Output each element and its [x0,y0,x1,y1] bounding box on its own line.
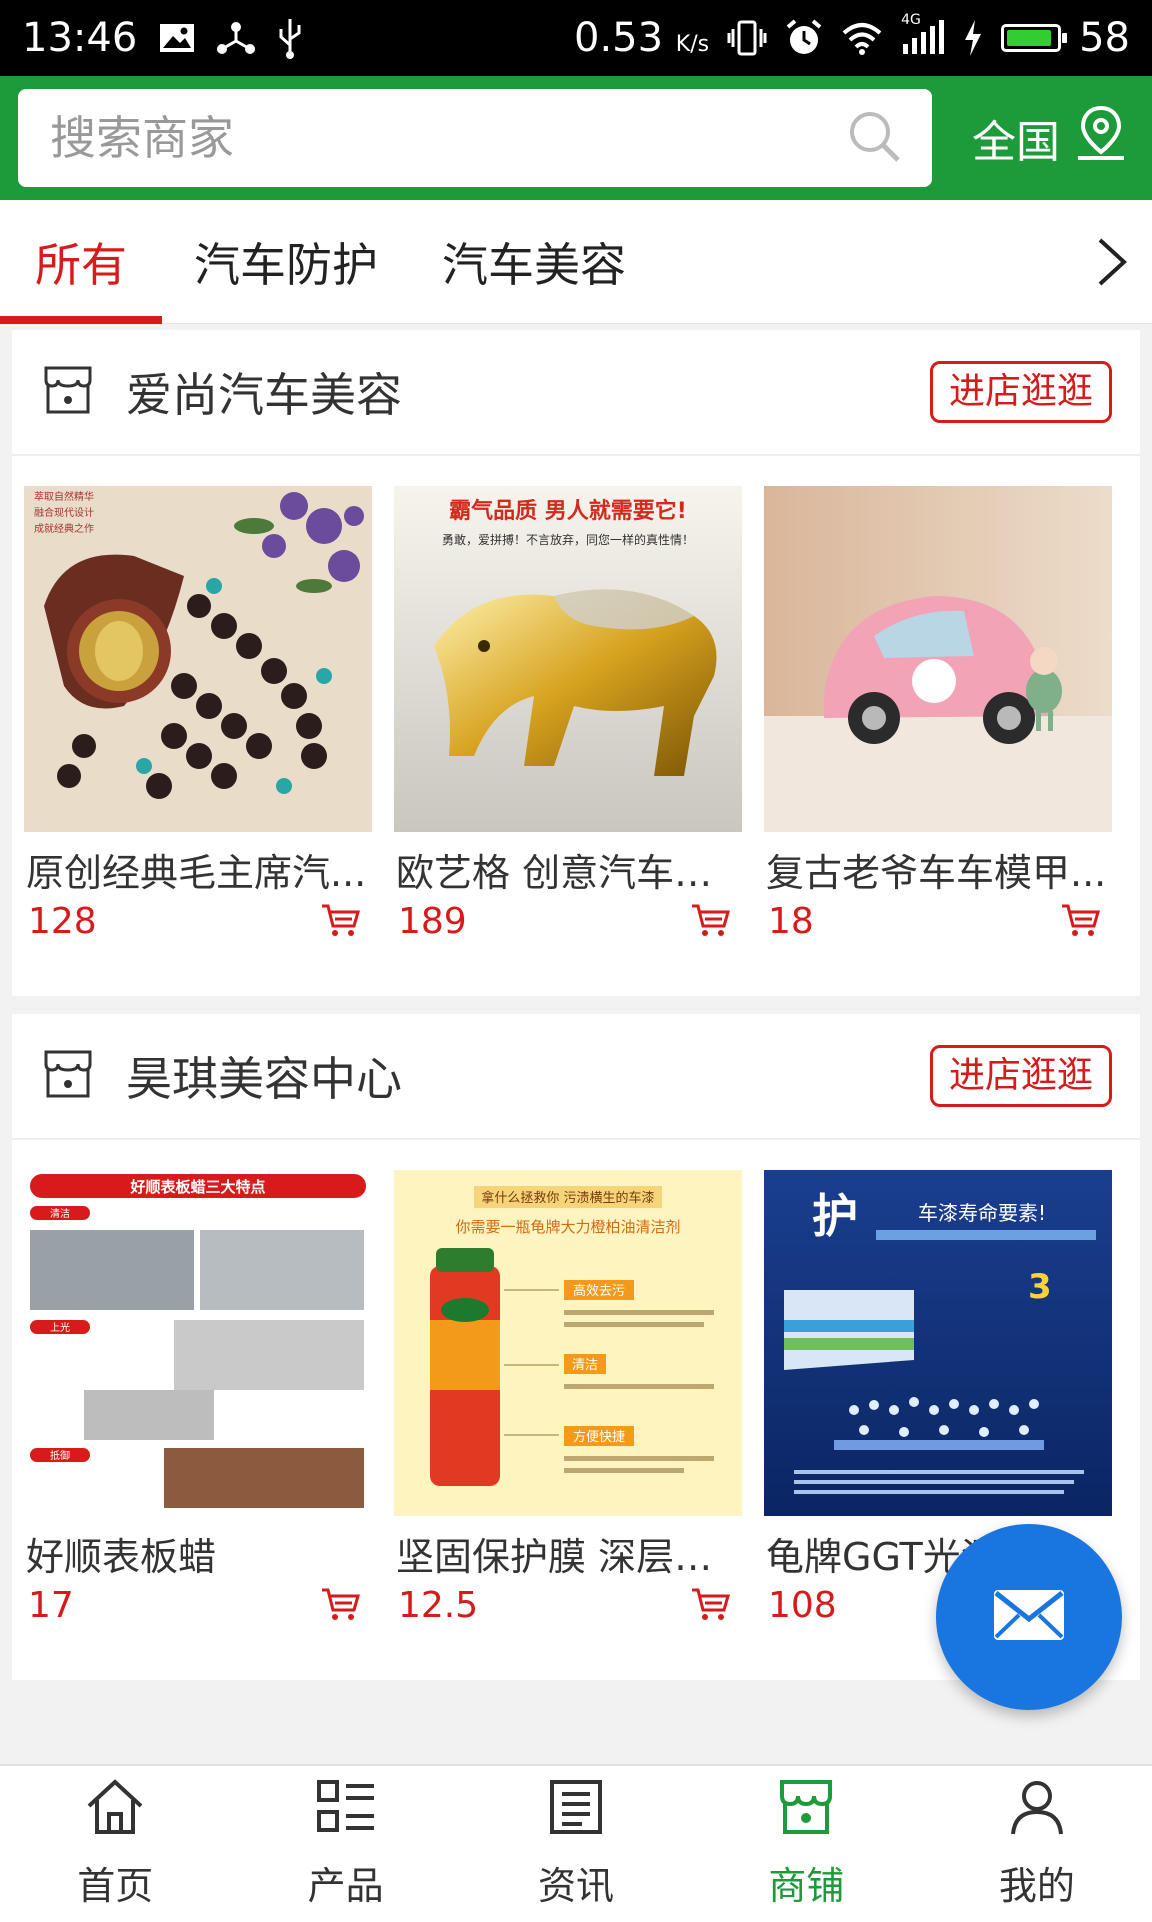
wifi-icon [841,21,883,55]
product-price: 189 [398,901,467,942]
product-name: 好顺表板蜡 [26,1535,217,1579]
user-icon [1009,1778,1065,1845]
nav-me[interactable]: 我的 [922,1766,1152,1922]
svg-text:护: 护 [812,1189,858,1243]
location-pin-icon [1074,104,1128,173]
shop-card: 爱尚汽车美容 进店逛逛 萃取自然精华 融合现代设计 成就经典之作 原创经典毛主席… [12,330,1140,996]
shop-name: 爱尚汽车美容 [126,368,402,422]
image-icon [159,22,195,54]
product-name: 欧艺格 创意汽车摆... [396,851,742,895]
search-icon[interactable] [846,108,902,168]
vibrate-icon [727,19,767,57]
list-icon [316,1778,376,1845]
cart-icon[interactable] [690,902,730,942]
shop-name: 昊琪美容中心 [126,1052,402,1106]
nav-shops-label: 商铺 [768,1864,845,1908]
store-icon [40,1046,96,1106]
svg-text:高效去污: 高效去污 [573,1283,625,1299]
product-image[interactable]: 好顺表板蜡三大特点 清洁 上光 抵御 [24,1170,372,1516]
tab-car-beauty[interactable]: 汽车美容 [410,200,658,324]
svg-text:车漆寿命要素!: 车漆寿命要素! [918,1201,1046,1225]
nav-shops[interactable]: 商铺 [691,1766,921,1922]
nav-news-label: 资讯 [538,1864,615,1908]
product-image[interactable]: 拿什么拯救你 污渍横生的车漆 你需要一瓶龟牌大力橙柏油清洁剂 高效去污 清洁 方… [394,1170,742,1516]
svg-text:上光: 上光 [50,1321,70,1334]
svg-text:萃取自然精华: 萃取自然精华 [34,490,94,503]
product-card[interactable]: 复古老爷车车模甲... 18 [764,486,1112,942]
svg-text:融合现代设计: 融合现代设计 [34,506,94,519]
svg-text:清洁: 清洁 [572,1358,598,1373]
nav-home[interactable]: 首页 [0,1766,230,1922]
nav-news[interactable]: 资讯 [461,1766,691,1922]
nav-products-label: 产品 [307,1864,384,1908]
svg-text:3: 3 [1028,1267,1052,1307]
product-price: 128 [28,901,97,942]
product-name: 原创经典毛主席汽... [26,851,367,895]
mail-icon [991,1587,1067,1647]
home-icon [85,1778,145,1845]
svg-text:拿什么拯救你 污渍横生的车漆: 拿什么拯救你 污渍横生的车漆 [481,1190,654,1206]
region-label: 全国 [972,117,1060,168]
header: 全国 [0,76,1152,200]
product-price: 12.5 [398,1585,479,1626]
svg-text:清洁: 清洁 [50,1207,70,1220]
category-tabs: 所有 汽车防护 汽车美容 [0,200,1152,324]
product-image[interactable]: 护 车漆寿命要素! 3 [764,1170,1112,1516]
product-image[interactable]: 萃取自然精华 融合现代设计 成就经典之作 [24,486,372,832]
product-price: 18 [768,901,814,942]
tabs-more-chevron-icon[interactable] [1072,200,1152,324]
battery-icon [1001,24,1068,52]
product-card[interactable]: 好顺表板蜡三大特点 清洁 上光 抵御 好顺表板蜡 17 [24,1170,372,1626]
status-bar: 13:46 0.53 K/s 4G 58 [0,0,1152,76]
product-name: 复古老爷车车模甲... [766,851,1107,895]
bottom-nav: 首页 产品 资讯 商铺 我的 [0,1764,1152,1922]
usb-icon [277,17,303,59]
battery-level: 58 [1079,15,1130,61]
enter-shop-button[interactable]: 进店逛逛 [929,1045,1112,1107]
svg-text:抵御: 抵御 [50,1449,70,1462]
search-box[interactable] [18,89,932,187]
nav-me-label: 我的 [998,1864,1075,1908]
cart-icon[interactable] [320,1586,360,1626]
news-icon [548,1778,604,1845]
cart-icon[interactable] [320,902,360,942]
product-card[interactable]: 霸气品质 男人就需要它! 勇敢，爱拼搏！不言放弃，同您一样的真性情！ 欧艺格 创… [394,486,742,942]
product-image[interactable] [764,486,1112,832]
image-headline: 好顺表板蜡三大特点 [129,1178,265,1196]
alarm-icon [785,19,823,57]
store-icon [40,362,96,422]
product-price: 17 [28,1585,74,1626]
svg-text:成就经典之作: 成就经典之作 [34,522,94,535]
product-list: 萃取自然精华 融合现代设计 成就经典之作 原创经典毛主席汽... 128 霸气品… [12,456,1140,942]
svg-text:你需要一瓶龟牌大力橙柏油清洁剂: 你需要一瓶龟牌大力橙柏油清洁剂 [455,1218,680,1236]
product-card[interactable]: 萃取自然精华 融合现代设计 成就经典之作 原创经典毛主席汽... 128 [24,486,372,942]
store-icon [776,1778,836,1845]
tab-all[interactable]: 所有 [0,200,162,324]
nav-home-label: 首页 [77,1864,154,1908]
tab-car-protection[interactable]: 汽车防护 [162,200,410,324]
shop-header: 爱尚汽车美容 进店逛逛 [12,330,1140,456]
signal-icon: 4G [901,12,945,56]
cart-icon[interactable] [690,1586,730,1626]
nav-products[interactable]: 产品 [230,1766,460,1922]
enter-shop-button[interactable]: 进店逛逛 [929,361,1112,423]
region-selector[interactable]: 全国 [972,104,1134,173]
cart-icon[interactable] [1060,902,1100,942]
product-image[interactable]: 霸气品质 男人就需要它! 勇敢，爱拼搏！不言放弃，同您一样的真性情！ [394,486,742,832]
product-price: 108 [768,1585,837,1626]
image-headline: 霸气品质 男人就需要它! [449,498,687,524]
message-fab[interactable] [936,1524,1122,1710]
usb-share-icon [217,21,256,55]
svg-text:方便快捷: 方便快捷 [573,1429,625,1445]
image-subtext: 勇敢，爱拼搏！不言放弃，同您一样的真性情！ [442,532,694,547]
shop-header: 昊琪美容中心 进店逛逛 [12,1014,1140,1140]
network-speed: 0.53 K/s [574,15,710,61]
status-time: 13:46 [22,15,138,61]
charging-icon [963,20,983,56]
product-name: 坚固保护膜 深层锁... [396,1535,742,1579]
search-input[interactable] [48,110,846,166]
product-card[interactable]: 拿什么拯救你 污渍横生的车漆 你需要一瓶龟牌大力橙柏油清洁剂 高效去污 清洁 方… [394,1170,742,1626]
